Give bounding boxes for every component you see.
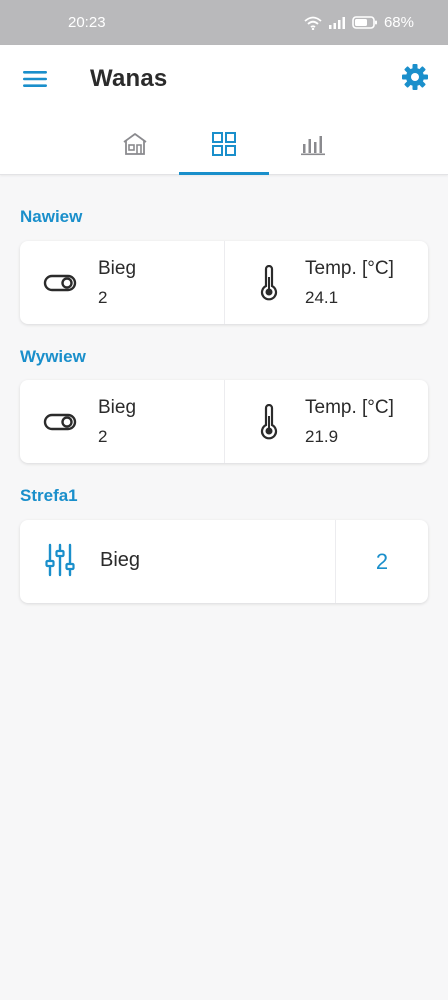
battery-icon (352, 16, 378, 29)
nawiew-speed-cell[interactable]: Bieg 2 (20, 241, 224, 324)
app-bar: Wanas (0, 45, 448, 175)
status-bar: 20:23 68% (0, 0, 448, 45)
section-title-strefa1: Strefa1 (20, 486, 78, 505)
thermometer-icon (251, 404, 287, 440)
thermometer-icon (251, 265, 287, 301)
nawiew-temp-cell[interactable]: Temp. [°C] 24.1 (224, 241, 428, 324)
wifi-icon (304, 16, 322, 30)
toggle-icon (42, 267, 78, 299)
settings-button[interactable] (400, 63, 430, 96)
battery-percent: 68% (383, 14, 414, 31)
section-title-nawiew: Nawiew (20, 207, 83, 226)
card-nawiew: Bieg 2 Temp. [°C] 24.1 (20, 241, 428, 324)
grid-icon (211, 131, 237, 162)
nawiew-temp-value: 24.1 (305, 288, 339, 307)
sliders-icon (42, 543, 78, 577)
app-title: Wanas (90, 65, 168, 92)
nawiew-temp-label: Temp. [°C] (305, 258, 394, 279)
wywiew-speed-cell[interactable]: Bieg 2 (20, 380, 224, 463)
tab-dashboard[interactable] (179, 117, 269, 175)
tab-charts[interactable] (269, 117, 358, 175)
wywiew-speed-value: 2 (98, 427, 108, 446)
house-icon (122, 132, 148, 161)
gear-icon (401, 63, 429, 96)
wywiew-temp-value: 21.9 (305, 427, 339, 446)
wywiew-temp-label: Temp. [°C] (305, 397, 394, 418)
menu-button[interactable] (18, 66, 52, 96)
signal-icon (328, 16, 346, 29)
hamburger-menu-icon (23, 70, 47, 93)
tab-bar (90, 117, 358, 175)
strefa1-speed-label: Bieg (100, 549, 141, 571)
strefa1-speed-value-button[interactable]: 2 (335, 520, 428, 603)
status-icons: 68% (304, 14, 414, 31)
wywiew-speed-label: Bieg (98, 397, 137, 418)
nawiew-speed-label: Bieg (98, 258, 137, 279)
strefa1-speed-cell[interactable]: Bieg (20, 520, 335, 603)
strefa1-speed-value: 2 (375, 548, 389, 574)
toggle-icon (42, 406, 78, 438)
card-wywiew: Bieg 2 Temp. [°C] 21.9 (20, 380, 428, 463)
section-title-wywiew: Wywiew (20, 347, 86, 366)
wywiew-temp-cell[interactable]: Temp. [°C] 21.9 (224, 380, 428, 463)
tab-home[interactable] (90, 117, 179, 175)
nawiew-speed-value: 2 (98, 288, 108, 307)
bar-chart-icon (300, 132, 326, 161)
card-strefa1: Bieg 2 (20, 520, 428, 603)
status-time: 20:23 (68, 14, 106, 31)
